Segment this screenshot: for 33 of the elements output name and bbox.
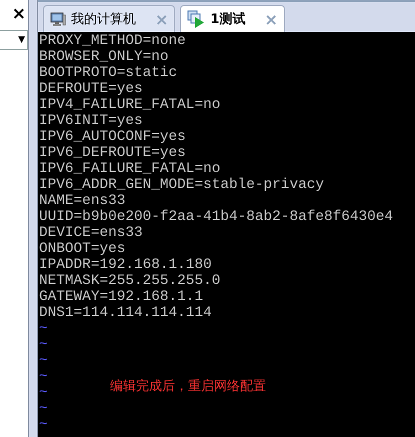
tilde-marker: ~ <box>39 417 48 433</box>
caret-icon: ▼ <box>18 35 25 45</box>
terminal-line: GATEWAY=192.168.1.1 <box>39 289 204 305</box>
terminal-line: DNS1=114.114.114.114 <box>39 305 213 321</box>
terminal-line: BOOTPROTO=static <box>39 65 178 81</box>
terminal-line: PROXY_METHOD=none <box>39 33 187 49</box>
terminal-line: NETMASK=255.255.255.0 <box>39 273 222 289</box>
close-icon[interactable]: × <box>12 6 26 22</box>
terminal-line: DEFROUTE=yes <box>39 81 144 97</box>
terminal-line: IPV6INIT=yes <box>39 113 144 129</box>
tab[interactable]: 我的计算机 × <box>43 5 176 32</box>
computer-icon <box>50 11 66 27</box>
terminal-line: NAME=ens33 <box>39 193 126 209</box>
terminal-line: UUID=b9b0e200-f2aa-41b4-8ab2-8afe8f6430e4 <box>39 209 394 225</box>
tilde-marker: ~ <box>39 337 48 353</box>
terminal-line: IPV6_ADDR_GEN_MODE=stable-privacy <box>39 177 325 193</box>
terminal-line: IPV4_FAILURE_FATAL=no <box>39 97 222 113</box>
terminal-line: IPV6_AUTOCONF=yes <box>39 129 187 145</box>
terminal-line: DEVICE=ens33 <box>39 225 144 241</box>
tilde-marker: ~ <box>39 385 48 401</box>
tilde-marker: ~ <box>39 369 48 385</box>
tilde-marker: ~ <box>39 321 48 337</box>
terminal-line: ONBOOT=yes <box>39 241 126 257</box>
splitter-bar[interactable] <box>28 0 38 437</box>
terminal-line: IPV6_DEFROUTE=yes <box>39 145 187 161</box>
terminal-line: IPADDR=192.168.1.180 <box>39 257 213 273</box>
play-icon <box>187 10 206 28</box>
annotation-note: 编辑完成后，重启网络配置 <box>110 378 266 395</box>
terminal-line: IPV6_FAILURE_FATAL=no <box>39 161 222 177</box>
tab[interactable]: 1测试 × <box>180 5 285 32</box>
terminal-line: BROWSER_ONLY=no <box>39 49 170 65</box>
tilde-marker: ~ <box>39 401 48 417</box>
tilde-marker: ~ <box>39 353 48 369</box>
